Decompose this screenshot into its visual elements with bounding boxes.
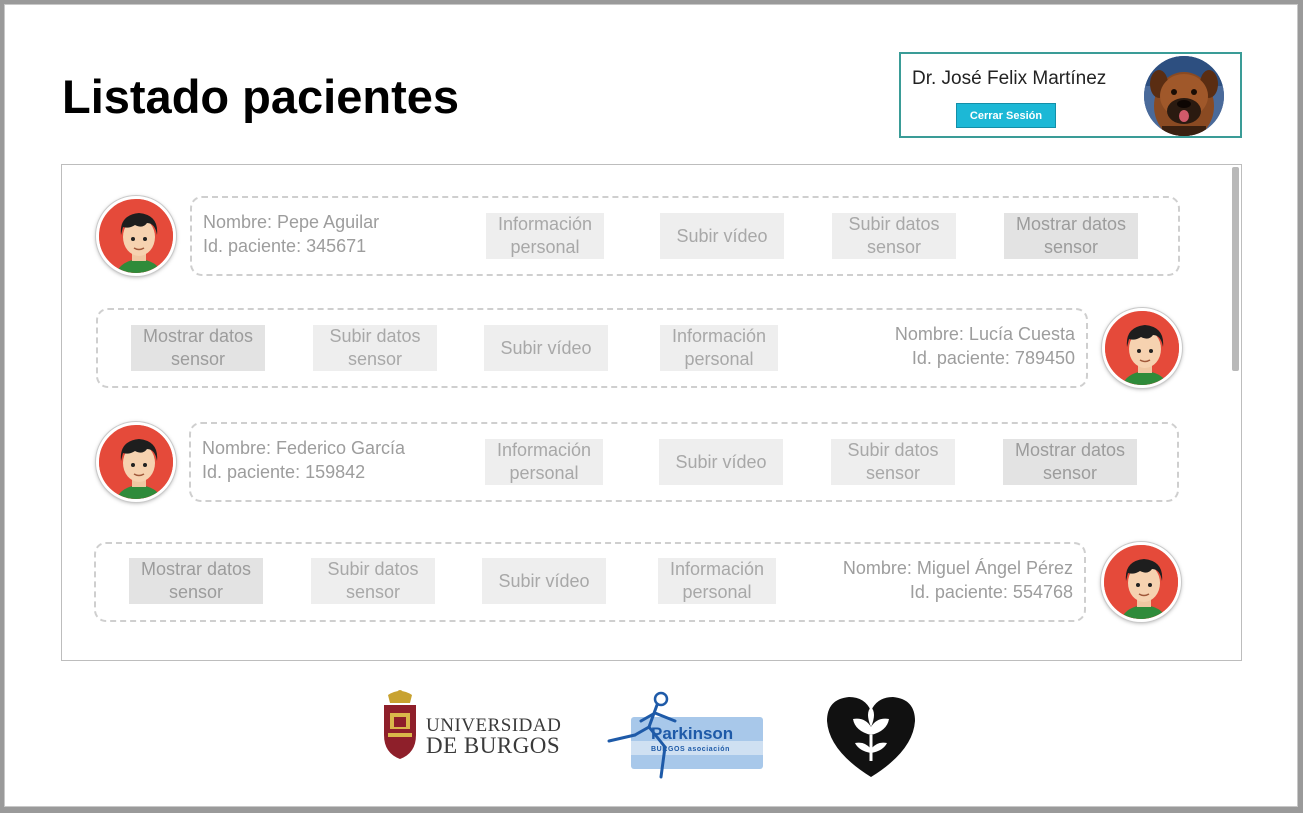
patient-card: Nombre: Pepe Aguilar Id. paciente: 34567…: [190, 196, 1180, 276]
page-title: Listado pacientes: [62, 70, 459, 123]
personal-info-button[interactable]: Información personal: [485, 439, 603, 485]
personal-info-button[interactable]: Información personal: [660, 325, 778, 371]
dog-photo-icon: [1144, 56, 1224, 136]
patient-row: Nombre: Federico García Id. paciente: 15…: [62, 422, 1241, 502]
patient-row: Mostrar datos sensor Subir datos sensor …: [62, 542, 1241, 622]
patient-info: Nombre: Lucía Cuesta Id. paciente: 78945…: [895, 322, 1075, 370]
patient-avatar-icon: [96, 196, 176, 276]
parkinson-subtitle: BURGOS asociación: [651, 746, 731, 753]
user-name: Dr. José Felix Martínez: [912, 68, 1107, 89]
slide: Listado pacientes Dr. José Felix Martíne…: [4, 4, 1298, 807]
user-box: Dr. José Felix Martínez Cerrar Sesión: [899, 52, 1242, 138]
upload-video-button[interactable]: Subir vídeo: [659, 439, 783, 485]
ubu-line2: DE BURGOS: [426, 733, 561, 758]
show-sensor-button[interactable]: Mostrar datos sensor: [131, 325, 265, 371]
universidad-burgos-text: UNIVERSIDAD DE BURGOS: [426, 716, 561, 758]
patient-row: Mostrar datos sensor Subir datos sensor …: [62, 308, 1241, 388]
patient-id: Id. paciente: 554768: [909, 582, 1073, 602]
upload-video-button[interactable]: Subir vídeo: [660, 213, 784, 259]
patient-card: Nombre: Federico García Id. paciente: 15…: [189, 422, 1179, 502]
patient-info: Nombre: Miguel Ángel Pérez Id. paciente:…: [843, 556, 1073, 604]
patient-id: Id. paciente: 345671: [203, 236, 367, 256]
patient-avatar-icon: [1102, 308, 1182, 388]
universidad-burgos-logo: [380, 689, 420, 766]
patient-name: Nombre: Federico García: [202, 438, 406, 458]
upload-sensor-button[interactable]: Subir datos sensor: [831, 439, 955, 485]
patient-name: Nombre: Pepe Aguilar: [203, 212, 380, 232]
show-sensor-button[interactable]: Mostrar datos sensor: [129, 558, 263, 604]
personal-info-button[interactable]: Información personal: [658, 558, 776, 604]
upload-video-button[interactable]: Subir vídeo: [484, 325, 608, 371]
patient-avatar-icon: [96, 422, 176, 502]
upload-sensor-button[interactable]: Subir datos sensor: [313, 325, 437, 371]
logout-button[interactable]: Cerrar Sesión: [956, 103, 1056, 128]
patient-name: Nombre: Lucía Cuesta: [894, 324, 1075, 344]
doctor-avatar: [1144, 56, 1224, 136]
parkinson-label: Parkinson: [651, 724, 734, 743]
patient-card: Mostrar datos sensor Subir datos sensor …: [96, 308, 1088, 388]
patient-card: Mostrar datos sensor Subir datos sensor …: [94, 542, 1086, 622]
upload-sensor-button[interactable]: Subir datos sensor: [832, 213, 956, 259]
patient-id: Id. paciente: 789450: [911, 348, 1075, 368]
personal-info-button[interactable]: Información personal: [486, 213, 604, 259]
upload-sensor-button[interactable]: Subir datos sensor: [311, 558, 435, 604]
upload-video-button[interactable]: Subir vídeo: [482, 558, 606, 604]
heart-flower-logo: [825, 695, 917, 784]
patient-avatar-icon: [1101, 542, 1181, 622]
patient-row: Nombre: Pepe Aguilar Id. paciente: 34567…: [62, 196, 1241, 276]
show-sensor-button[interactable]: Mostrar datos sensor: [1003, 439, 1137, 485]
patient-name: Nombre: Miguel Ángel Pérez: [842, 558, 1073, 578]
patient-id: Id. paciente: 159842: [202, 462, 366, 482]
show-sensor-button[interactable]: Mostrar datos sensor: [1004, 213, 1138, 259]
patient-info: Nombre: Pepe Aguilar Id. paciente: 34567…: [203, 210, 379, 258]
patient-list[interactable]: Nombre: Pepe Aguilar Id. paciente: 34567…: [61, 164, 1242, 661]
patient-info: Nombre: Federico García Id. paciente: 15…: [202, 436, 405, 484]
